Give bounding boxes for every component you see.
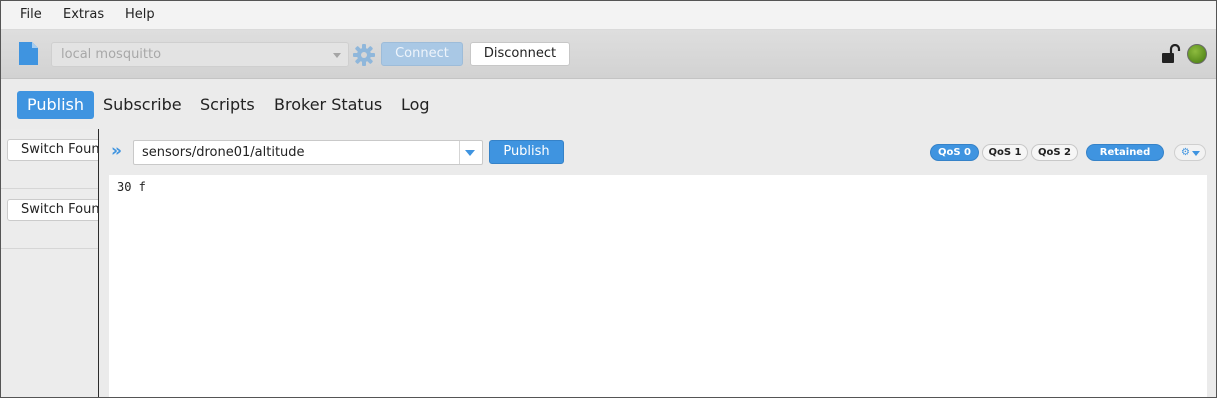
saved-message-button[interactable]: Switch Fountain 2 (7, 199, 98, 221)
broker-profile-value: local mosquitto (61, 47, 162, 62)
main-tabs: Publish Subscribe Scripts Broker Status … (0, 79, 1217, 129)
expand-sidebar-icon[interactable]: » (111, 143, 125, 160)
tab-broker-status[interactable]: Broker Status (274, 91, 382, 119)
chevron-down-icon (1192, 151, 1200, 156)
menu-extras[interactable]: Extras (63, 7, 104, 22)
topic-value: sensors/drone01/altitude (142, 145, 305, 160)
menu-help[interactable]: Help (125, 7, 155, 22)
new-file-icon[interactable] (18, 41, 39, 66)
chevron-down-icon[interactable] (465, 150, 475, 156)
topic-input[interactable]: sensors/drone01/altitude (133, 140, 483, 165)
list-item: Switch Fountain 2 (0, 189, 98, 249)
retained-toggle[interactable]: Retained (1086, 144, 1164, 161)
tab-publish[interactable]: Publish (17, 91, 95, 119)
list-item: Switch Fountain 1 (0, 129, 98, 189)
qos2-toggle[interactable]: QoS 2 (1031, 144, 1078, 161)
saved-messages-sidebar: Switch Fountain 1 Switch Fountain 2 (0, 129, 98, 398)
tab-subscribe[interactable]: Subscribe (103, 91, 182, 119)
chevron-down-icon (333, 53, 341, 58)
connection-status-indicator (1187, 44, 1207, 64)
divider (459, 141, 460, 164)
connect-button[interactable]: Connect (381, 42, 463, 66)
broker-profile-select[interactable]: local mosquitto (51, 42, 349, 67)
tab-scripts[interactable]: Scripts (200, 91, 255, 119)
saved-message-button[interactable]: Switch Fountain 1 (7, 139, 98, 161)
disconnect-button[interactable]: Disconnect (470, 42, 570, 66)
menu-bar: File Extras Help (0, 0, 1217, 30)
menu-file[interactable]: File (20, 7, 42, 22)
gears-icon: ⚙ (1181, 147, 1190, 158)
options-menu-button[interactable]: ⚙ (1174, 144, 1206, 161)
gear-icon[interactable] (353, 44, 375, 66)
qos0-toggle[interactable]: QoS 0 (930, 144, 979, 161)
connection-toolbar: local mosquitto Connect Disconnect (0, 30, 1217, 79)
tab-log[interactable]: Log (401, 91, 430, 119)
payload-text: 30 f (117, 180, 146, 194)
unlock-icon (1162, 44, 1181, 63)
qos1-toggle[interactable]: QoS 1 (982, 144, 1028, 161)
payload-editor[interactable]: 30 f (109, 175, 1207, 398)
publish-button[interactable]: Publish (489, 140, 564, 164)
